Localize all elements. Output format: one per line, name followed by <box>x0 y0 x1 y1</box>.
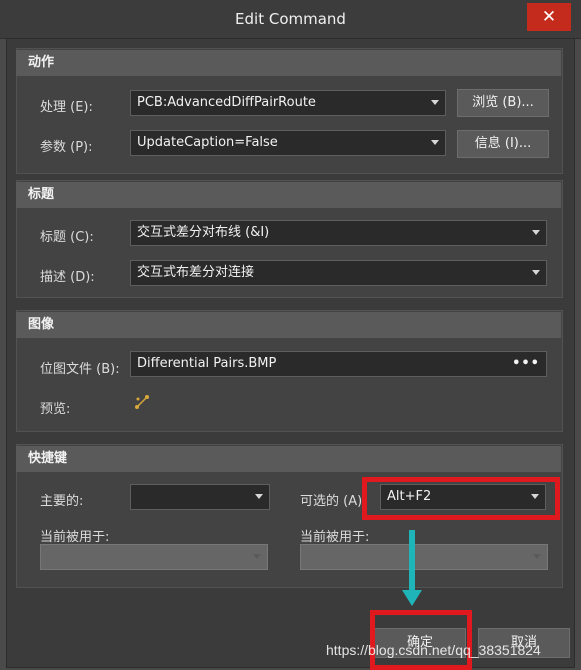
arrow-down-icon <box>402 590 422 606</box>
chevron-down-icon <box>255 494 263 499</box>
more-icon[interactable]: ••• <box>512 352 540 376</box>
description-dropdown[interactable]: 交互式布差分对连接 <box>130 260 547 286</box>
chevron-down-icon <box>532 230 540 235</box>
primary-label: 主要的: <box>40 494 84 509</box>
process-dropdown[interactable]: PCB:AdvancedDiffPairRoute <box>130 90 446 116</box>
info-button[interactable]: 信息 (I)... <box>457 130 549 158</box>
bitmap-label: 位图文件 (B): <box>40 362 120 377</box>
watermark: https://blog.csdn.net/qq_38351824 <box>326 642 541 658</box>
chevron-down-icon <box>431 100 439 105</box>
caption-label: 标题 (C): <box>40 230 94 245</box>
params-value: UpdateCaption=False <box>137 135 278 150</box>
used-by-left-label: 当前被用于: <box>40 530 110 545</box>
process-value: PCB:AdvancedDiffPairRoute <box>137 95 316 110</box>
used-by-right-label: 当前被用于: <box>300 530 370 545</box>
chevron-down-icon <box>431 140 439 145</box>
shortcuts-section-header: 快捷键 <box>16 446 561 472</box>
alternate-label: 可选的 (A) <box>300 494 363 509</box>
browse-button[interactable]: 浏览 (B)... <box>457 89 549 117</box>
image-section-header: 图像 <box>16 312 561 338</box>
description-label: 描述 (D): <box>40 270 95 285</box>
arrow-annotation-shaft <box>409 530 415 592</box>
description-value: 交互式布差分对连接 <box>137 265 255 280</box>
params-label: 参数 (P): <box>40 140 93 155</box>
chevron-down-icon <box>253 554 261 559</box>
title-bar: Edit Command ✕ <box>0 0 581 39</box>
used-by-left-dropdown[interactable] <box>40 544 268 570</box>
caption-value: 交互式差分对布线 (&I) <box>137 225 270 240</box>
ok-highlight-box <box>370 610 472 670</box>
primary-shortcut-dropdown[interactable] <box>130 484 270 510</box>
diff-pair-icon <box>135 395 149 409</box>
window-title: Edit Command <box>235 10 346 28</box>
process-label: 处理 (E): <box>40 100 93 115</box>
preview-label: 预览: <box>40 402 71 417</box>
chevron-down-icon <box>532 270 540 275</box>
bitmap-field[interactable]: Differential Pairs.BMP ••• <box>130 351 547 377</box>
chevron-down-icon <box>533 554 541 559</box>
alternate-highlight-box <box>362 477 560 520</box>
action-section-header: 动作 <box>16 50 561 76</box>
caption-dropdown[interactable]: 交互式差分对布线 (&I) <box>130 220 547 246</box>
title-section-header: 标题 <box>16 182 561 208</box>
close-button[interactable]: ✕ <box>527 3 571 31</box>
bitmap-value: Differential Pairs.BMP <box>137 356 277 371</box>
params-dropdown[interactable]: UpdateCaption=False <box>130 130 446 156</box>
used-by-right-dropdown[interactable] <box>300 544 548 570</box>
